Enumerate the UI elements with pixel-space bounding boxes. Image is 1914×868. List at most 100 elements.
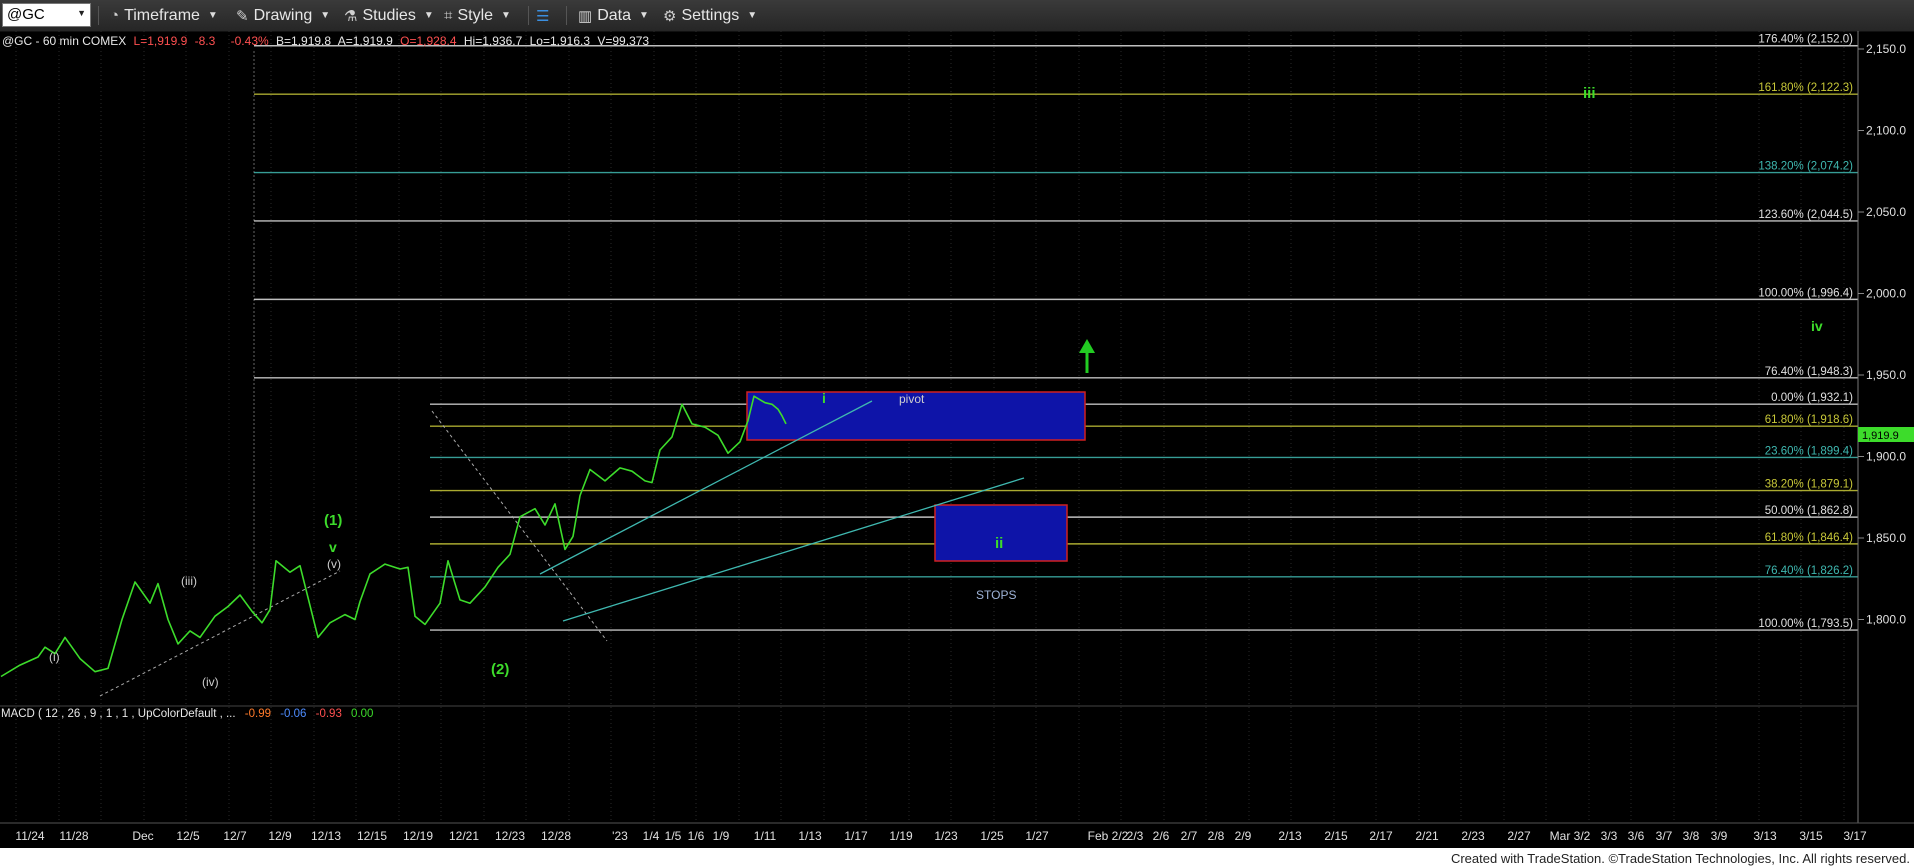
percent-change: -0.43% [231,34,269,48]
layout-button[interactable]: ☰ [536,5,554,26]
fib-level-label: 176.40% (2,152.0) [1758,34,1853,46]
time-tick-label: 2/7 [1181,829,1198,843]
wave-dashed-line [99,570,341,697]
timeframe-menu[interactable]: ◔ Timeframe ▼ [110,5,218,26]
time-tick-label: 1/17 [844,829,868,843]
sub-wave-i-label: (i) [49,650,60,664]
time-tick-label: 2/6 [1153,829,1170,843]
macd-label: MACD ( 12 , 26 , 9 , 1 , 1 , UpColorDefa… [1,708,236,720]
time-tick-label: 2/3 [1127,829,1144,843]
price-chart[interactable]: 176.40% (2,152.0) 161.80% (2,122.3) 138.20… [0,31,1914,848]
price-tick-label: 1,950.0 [1866,368,1906,382]
time-tick-label: 11/24 [15,829,44,843]
time-tick-label: 1/13 [798,829,822,843]
time-tick-label: 3/8 [1683,829,1700,843]
chevron-down-icon: ▼ [747,10,758,21]
retracement-dashed-line [431,410,608,642]
flask-icon: ⚗ [344,7,358,25]
wave-ii-label: ii [995,535,1003,552]
stops-label: STOPS [976,588,1016,602]
symbol-input[interactable]: @GC ▼ [2,3,91,27]
symbol-value: @GC [7,6,45,23]
time-tick-label: 3/9 [1711,829,1728,843]
bid: B=1,919.8 [276,34,331,48]
footer-credit: Created with TradeStation. ©TradeStation… [1450,851,1910,866]
fib-level-label: 138.20% (2,074.2) [1758,161,1853,173]
wave-ii-target-box [934,504,1068,562]
layout-icon: ☰ [536,7,550,25]
sub-wave-v-label: (v) [327,557,341,571]
price-tick-label: 1,800.0 [1866,613,1906,627]
drawing-label: Drawing [253,6,313,24]
settings-menu[interactable]: ⚙ Settings ▼ [663,5,757,26]
time-tick-label: 1/27 [1025,829,1049,843]
fib-level-label: 50.00% (1,862.8) [1765,505,1853,517]
time-tick-label: 2/8 [1208,829,1225,843]
toolbar: @GC ▼ ◔ Timeframe ▼ ✎ Drawing ▼ ⚗ Studie… [0,0,1914,32]
wave-i-label: i [822,390,826,406]
ask: A=1,919.9 [338,34,393,48]
toolbar-divider [528,6,529,25]
low: Lo=1,916.3 [530,34,591,48]
chevron-down-icon: ▼ [320,10,331,21]
studies-label: Studies [362,6,416,24]
price-tick-label: 2,100.0 [1866,124,1906,138]
time-tick-label: '23 [612,829,628,843]
price-tick-label: 1,900.0 [1866,450,1906,464]
last-price: L=1,919.9 [134,34,188,48]
time-tick-label: 12/15 [357,829,387,843]
time-tick-label: 1/25 [980,829,1004,843]
time-tick-label: 1/23 [934,829,958,843]
sub-wave-iv-label: (iv) [202,675,219,689]
macd-legend: MACD ( 12 , 26 , 9 , 1 , 1 , UpColorDefa… [1,708,373,720]
time-tick-label: 3/15 [1799,829,1823,843]
settings-label: Settings [681,6,740,24]
fib-level-label: 76.40% (1,826.2) [1765,565,1853,577]
time-tick-label: 2/27 [1507,829,1531,843]
time-tick-label: 1/11 [754,829,777,843]
drawing-menu[interactable]: ✎ Drawing ▼ [236,5,330,26]
time-tick-label: 12/28 [541,829,571,843]
last-price-flag-label: 1,919.9 [1862,430,1899,442]
fib-level-label: 23.60% (1,899.4) [1765,445,1853,457]
pivot-label: pivot [899,392,925,406]
fib-level-label: 123.60% (2,044.5) [1758,209,1853,221]
open: O=1,928.4 [400,34,457,48]
style-menu[interactable]: ⌗ Style ▼ [444,5,511,26]
wave-v-label: v [329,539,337,555]
time-tick-label: 2/17 [1369,829,1393,843]
timeframe-label: Timeframe [124,6,200,24]
price-tick-label: 2,000.0 [1866,287,1906,301]
fib-level-label: 100.00% (1,996.4) [1758,287,1853,299]
time-tick-label: 12/23 [495,829,525,843]
wave-1-label: (1) [324,512,342,529]
wave-2-label: (2) [491,661,509,678]
time-tick-label: 2/9 [1235,829,1252,843]
studies-menu[interactable]: ⚗ Studies ▼ [344,5,434,26]
chevron-down-icon: ▼ [501,10,511,21]
time-tick-label: 1/6 [688,829,705,843]
time-axis: 11/24 11/28 Dec 12/5 12/7 12/9 12/13 12/15 12/19… [15,829,1867,843]
chart-header: @GC - 60 min COMEX L=1,919.9 -8.3 -0.43%… [2,34,649,48]
macd-value-1: -0.99 [245,708,271,720]
time-tick-label: 3/3 [1601,829,1618,843]
price-tick-label: 2,150.0 [1866,42,1906,56]
macd-value-3: -0.93 [316,708,342,720]
time-tick-label: 12/13 [311,829,341,843]
macd-value-4: 0.00 [351,708,373,720]
fib-level-label: 76.40% (1,948.3) [1765,366,1853,378]
fib-level-label: 38.20% (1,879.1) [1765,479,1853,491]
time-tick-label: 1/4 [643,829,660,843]
toolbar-divider [98,6,99,25]
time-tick-label: 12/21 [449,829,479,843]
macd-value-2: -0.06 [280,708,306,720]
time-tick-label: Feb 2/2 [1088,829,1129,843]
chevron-down-icon: ▼ [77,8,86,18]
up-arrow-icon [1079,339,1095,373]
fib-level-label: 61.80% (1,918.6) [1765,414,1853,426]
fib-level-label: 161.80% (2,122.3) [1758,82,1853,94]
instrument-title: @GC - 60 min COMEX [2,34,126,48]
data-menu[interactable]: ▥ Data ▼ [578,5,649,26]
time-tick-label: 2/21 [1415,829,1439,843]
time-tick-label: Dec [132,829,153,843]
